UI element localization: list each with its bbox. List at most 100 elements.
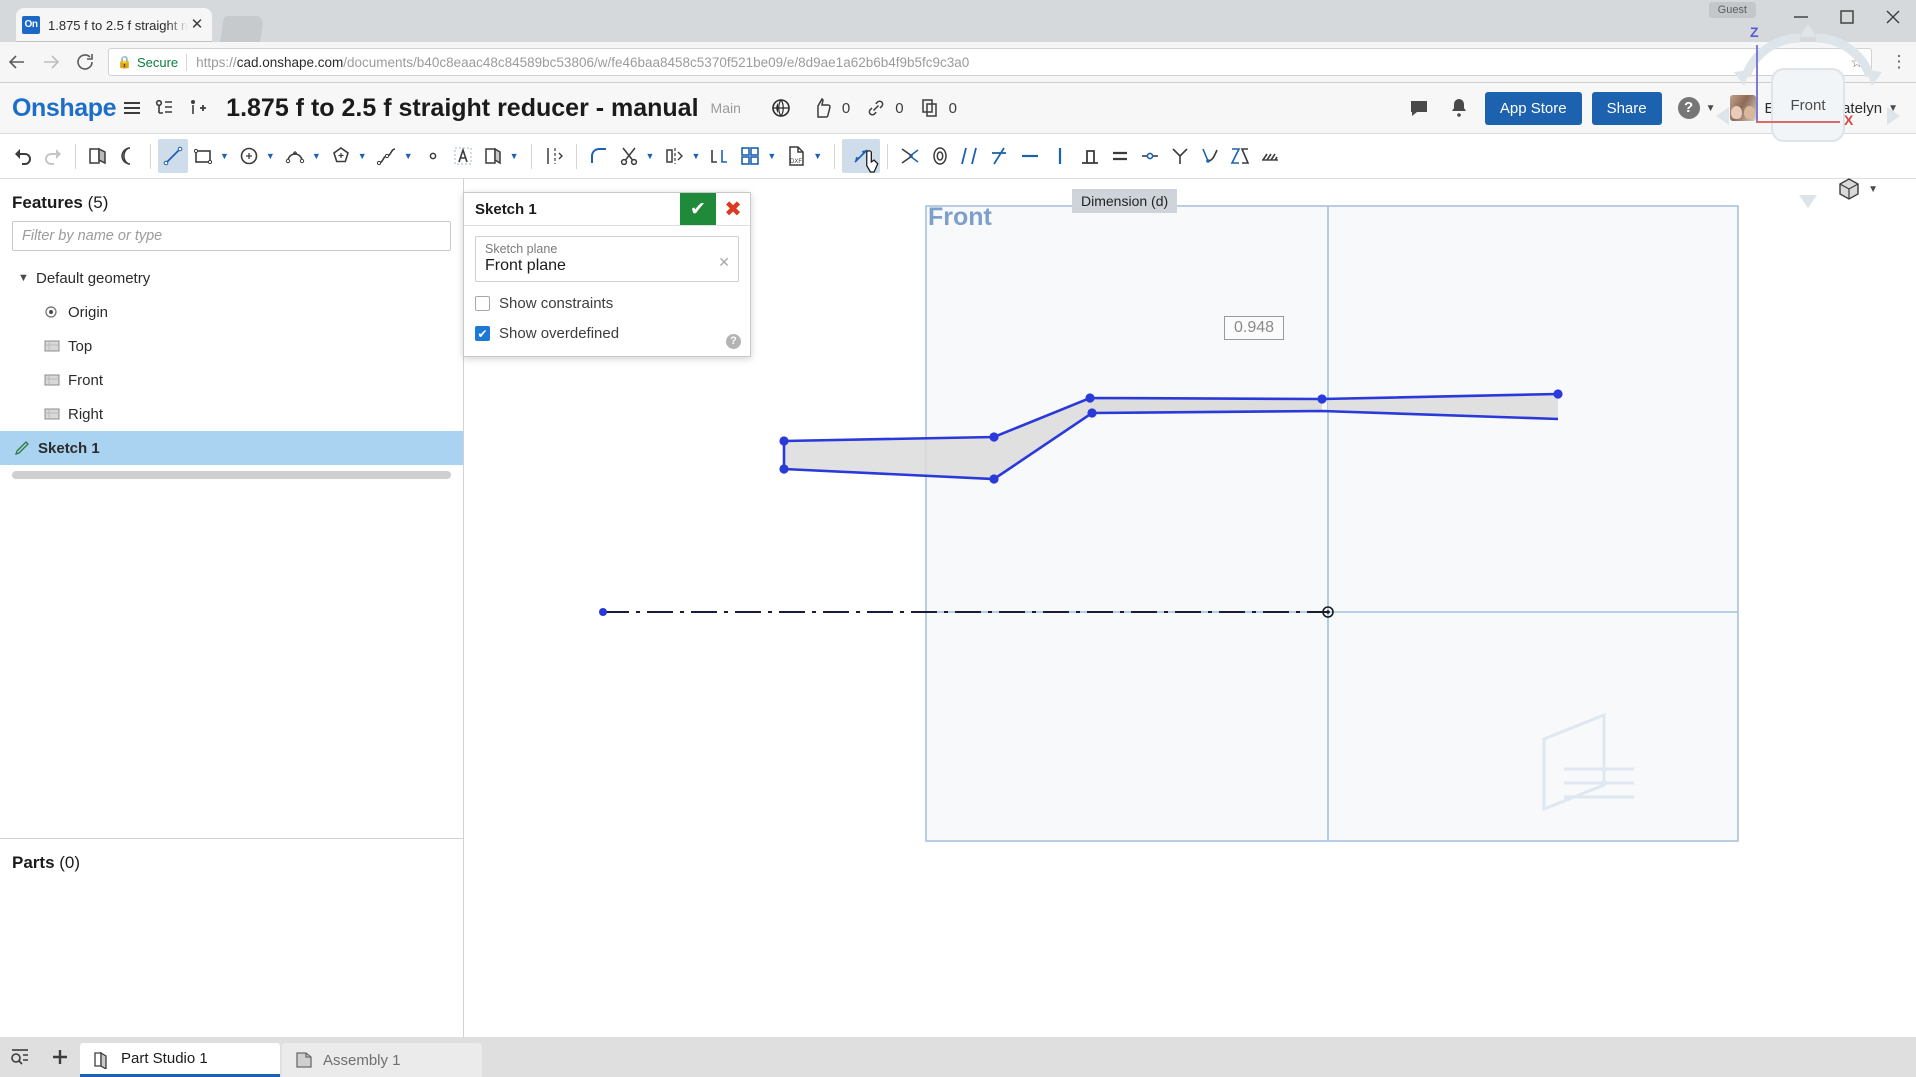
mirror-tool[interactable]: ▼: [659, 139, 705, 173]
tab-filter-icon[interactable]: [0, 1037, 40, 1077]
tab-assembly-1[interactable]: Assembly 1: [282, 1043, 482, 1077]
line-tool-icon[interactable]: [158, 139, 188, 173]
checkbox-box[interactable]: ✔: [475, 326, 490, 341]
tree-item-right[interactable]: Right: [0, 397, 463, 431]
spline-tool-icon[interactable]: [372, 139, 402, 173]
circle-tool[interactable]: ▼: [234, 139, 280, 173]
use-project-tool[interactable]: ▼: [478, 139, 524, 173]
dimension-value-box[interactable]: 0.948: [1224, 316, 1285, 340]
hamburger-menu-icon[interactable]: [116, 91, 148, 125]
view-style-button[interactable]: ▼: [1836, 176, 1878, 202]
rectangle-tool-icon[interactable]: [188, 139, 218, 173]
circle-chevron-down-icon[interactable]: ▼: [266, 151, 275, 161]
add-tab-icon[interactable]: [40, 1037, 80, 1077]
bell-icon[interactable]: [1443, 91, 1475, 125]
dimension-icon[interactable]: [842, 139, 881, 173]
extrude-icon[interactable]: [113, 139, 143, 173]
filter-input[interactable]: Filter by name or type: [12, 221, 451, 251]
view-cube-front-face[interactable]: Front: [1771, 68, 1845, 142]
tree-item-origin[interactable]: Origin: [0, 295, 463, 329]
perpendicular-constraint-icon[interactable]: [985, 139, 1015, 173]
tree-item-top[interactable]: Top: [0, 329, 463, 363]
dxf-chevron-down-icon[interactable]: ▼: [813, 151, 822, 161]
reload-icon[interactable]: [68, 45, 102, 79]
vertical-constraint-icon[interactable]: [1045, 139, 1075, 173]
construction-geometry-icon[interactable]: [1225, 139, 1255, 173]
parallel-constraint-icon[interactable]: [955, 139, 985, 173]
undo-icon[interactable]: [8, 139, 38, 173]
tangent-constraint-icon[interactable]: [1075, 139, 1105, 173]
tree-item-default-geometry[interactable]: ▼ Default geometry: [0, 261, 463, 295]
app-store-button[interactable]: App Store: [1484, 91, 1582, 125]
checkbox-box[interactable]: [475, 296, 490, 311]
sketch-fillet-icon[interactable]: [584, 139, 614, 173]
arc-chevron-down-icon[interactable]: ▼: [312, 151, 321, 161]
mirror-chevron-down-icon[interactable]: ▼: [691, 151, 700, 161]
linear-pattern-icon[interactable]: [705, 139, 735, 173]
accept-button[interactable]: ✔: [680, 193, 716, 225]
horizontal-constraint-icon[interactable]: [1015, 139, 1045, 173]
point-tool-icon[interactable]: [418, 139, 448, 173]
hatch-icon[interactable]: [1255, 139, 1285, 173]
tab-part-studio-1[interactable]: Part Studio 1: [80, 1043, 280, 1077]
comment-icon[interactable]: [1403, 91, 1435, 125]
mirror-icon[interactable]: [659, 139, 689, 173]
view-cube[interactable]: Front Z X ▼: [1708, 16, 1908, 216]
onshape-logo[interactable]: Onshape: [12, 94, 117, 123]
coincident-constraint-icon[interactable]: [895, 139, 925, 173]
rectangle-chevron-down-icon[interactable]: ▼: [220, 151, 229, 161]
chevron-down-icon[interactable]: ▼: [1868, 184, 1878, 195]
dxf-import-icon[interactable]: DXF: [781, 139, 811, 173]
new-sketch-icon[interactable]: [83, 139, 113, 173]
trim-tool[interactable]: ▼: [614, 139, 660, 173]
curvature-constraint-icon[interactable]: [1195, 139, 1225, 173]
help-icon[interactable]: ?: [1677, 97, 1700, 119]
grid-pattern-icon[interactable]: [735, 139, 765, 173]
tree-item-front[interactable]: Front: [0, 363, 463, 397]
offset-icon[interactable]: [539, 139, 569, 173]
polygon-tool[interactable]: ▼: [326, 139, 372, 173]
text-tool-icon[interactable]: [448, 139, 478, 173]
copies-stat[interactable]: 0: [918, 96, 957, 120]
polygon-tool-icon[interactable]: [326, 139, 356, 173]
help-icon[interactable]: ?: [726, 334, 741, 349]
document-title[interactable]: 1.875 f to 2.5 f straight reducer - manu…: [226, 94, 698, 123]
likes-stat[interactable]: 0: [811, 96, 850, 120]
chevron-down-icon[interactable]: ▼: [18, 272, 36, 284]
trim-scissors-icon[interactable]: [614, 139, 644, 173]
show-constraints-checkbox[interactable]: Show constraints: [475, 295, 739, 312]
show-overdefined-checkbox[interactable]: ✔ Show overdefined: [475, 325, 739, 342]
trim-chevron-down-icon[interactable]: ▼: [646, 151, 655, 161]
rectangle-tool[interactable]: ▼: [188, 139, 234, 173]
concentric-constraint-icon[interactable]: [925, 139, 955, 173]
share-button[interactable]: Share: [1591, 91, 1662, 125]
back-icon[interactable]: [0, 45, 34, 79]
globe-public-icon[interactable]: [765, 91, 797, 125]
branch-label[interactable]: Main: [711, 100, 741, 116]
grid-pattern-chevron-down-icon[interactable]: ▼: [767, 151, 776, 161]
use-project-chevron-down-icon[interactable]: ▼: [510, 151, 519, 161]
use-project-icon[interactable]: [478, 139, 508, 173]
arc-tool-icon[interactable]: [280, 139, 310, 173]
browser-tab[interactable]: On 1.875 f to 2.5 f straight re ✕: [16, 8, 212, 42]
clear-x-icon[interactable]: ✕: [718, 254, 730, 271]
midpoint-constraint-icon[interactable]: [1135, 139, 1165, 173]
version-graph-icon[interactable]: [148, 91, 180, 125]
dxf-import-tool[interactable]: DXF ▼: [781, 139, 827, 173]
new-tab-button[interactable]: [220, 16, 264, 42]
feature-tree-scrollbar[interactable]: [12, 471, 451, 479]
cancel-button[interactable]: ✖: [716, 193, 750, 225]
arc-tool[interactable]: ▼: [280, 139, 326, 173]
tree-item-sketch-1[interactable]: Sketch 1: [0, 431, 463, 465]
equal-constraint-icon[interactable]: [1105, 139, 1135, 173]
spline-chevron-down-icon[interactable]: ▼: [404, 151, 413, 161]
close-icon[interactable]: ✕: [188, 16, 206, 34]
symmetric-constraint-icon[interactable]: [1165, 139, 1195, 173]
links-stat[interactable]: 0: [864, 96, 904, 120]
spline-tool[interactable]: ▼: [372, 139, 418, 173]
grid-pattern-tool[interactable]: ▼: [735, 139, 781, 173]
address-bar[interactable]: 🔒 Secure https://cad.onshape.com/documen…: [108, 48, 1872, 76]
polygon-chevron-down-icon[interactable]: ▼: [358, 151, 367, 161]
circle-tool-icon[interactable]: [234, 139, 264, 173]
sketch-plane-field[interactable]: Sketch plane Front plane ✕: [475, 236, 739, 282]
